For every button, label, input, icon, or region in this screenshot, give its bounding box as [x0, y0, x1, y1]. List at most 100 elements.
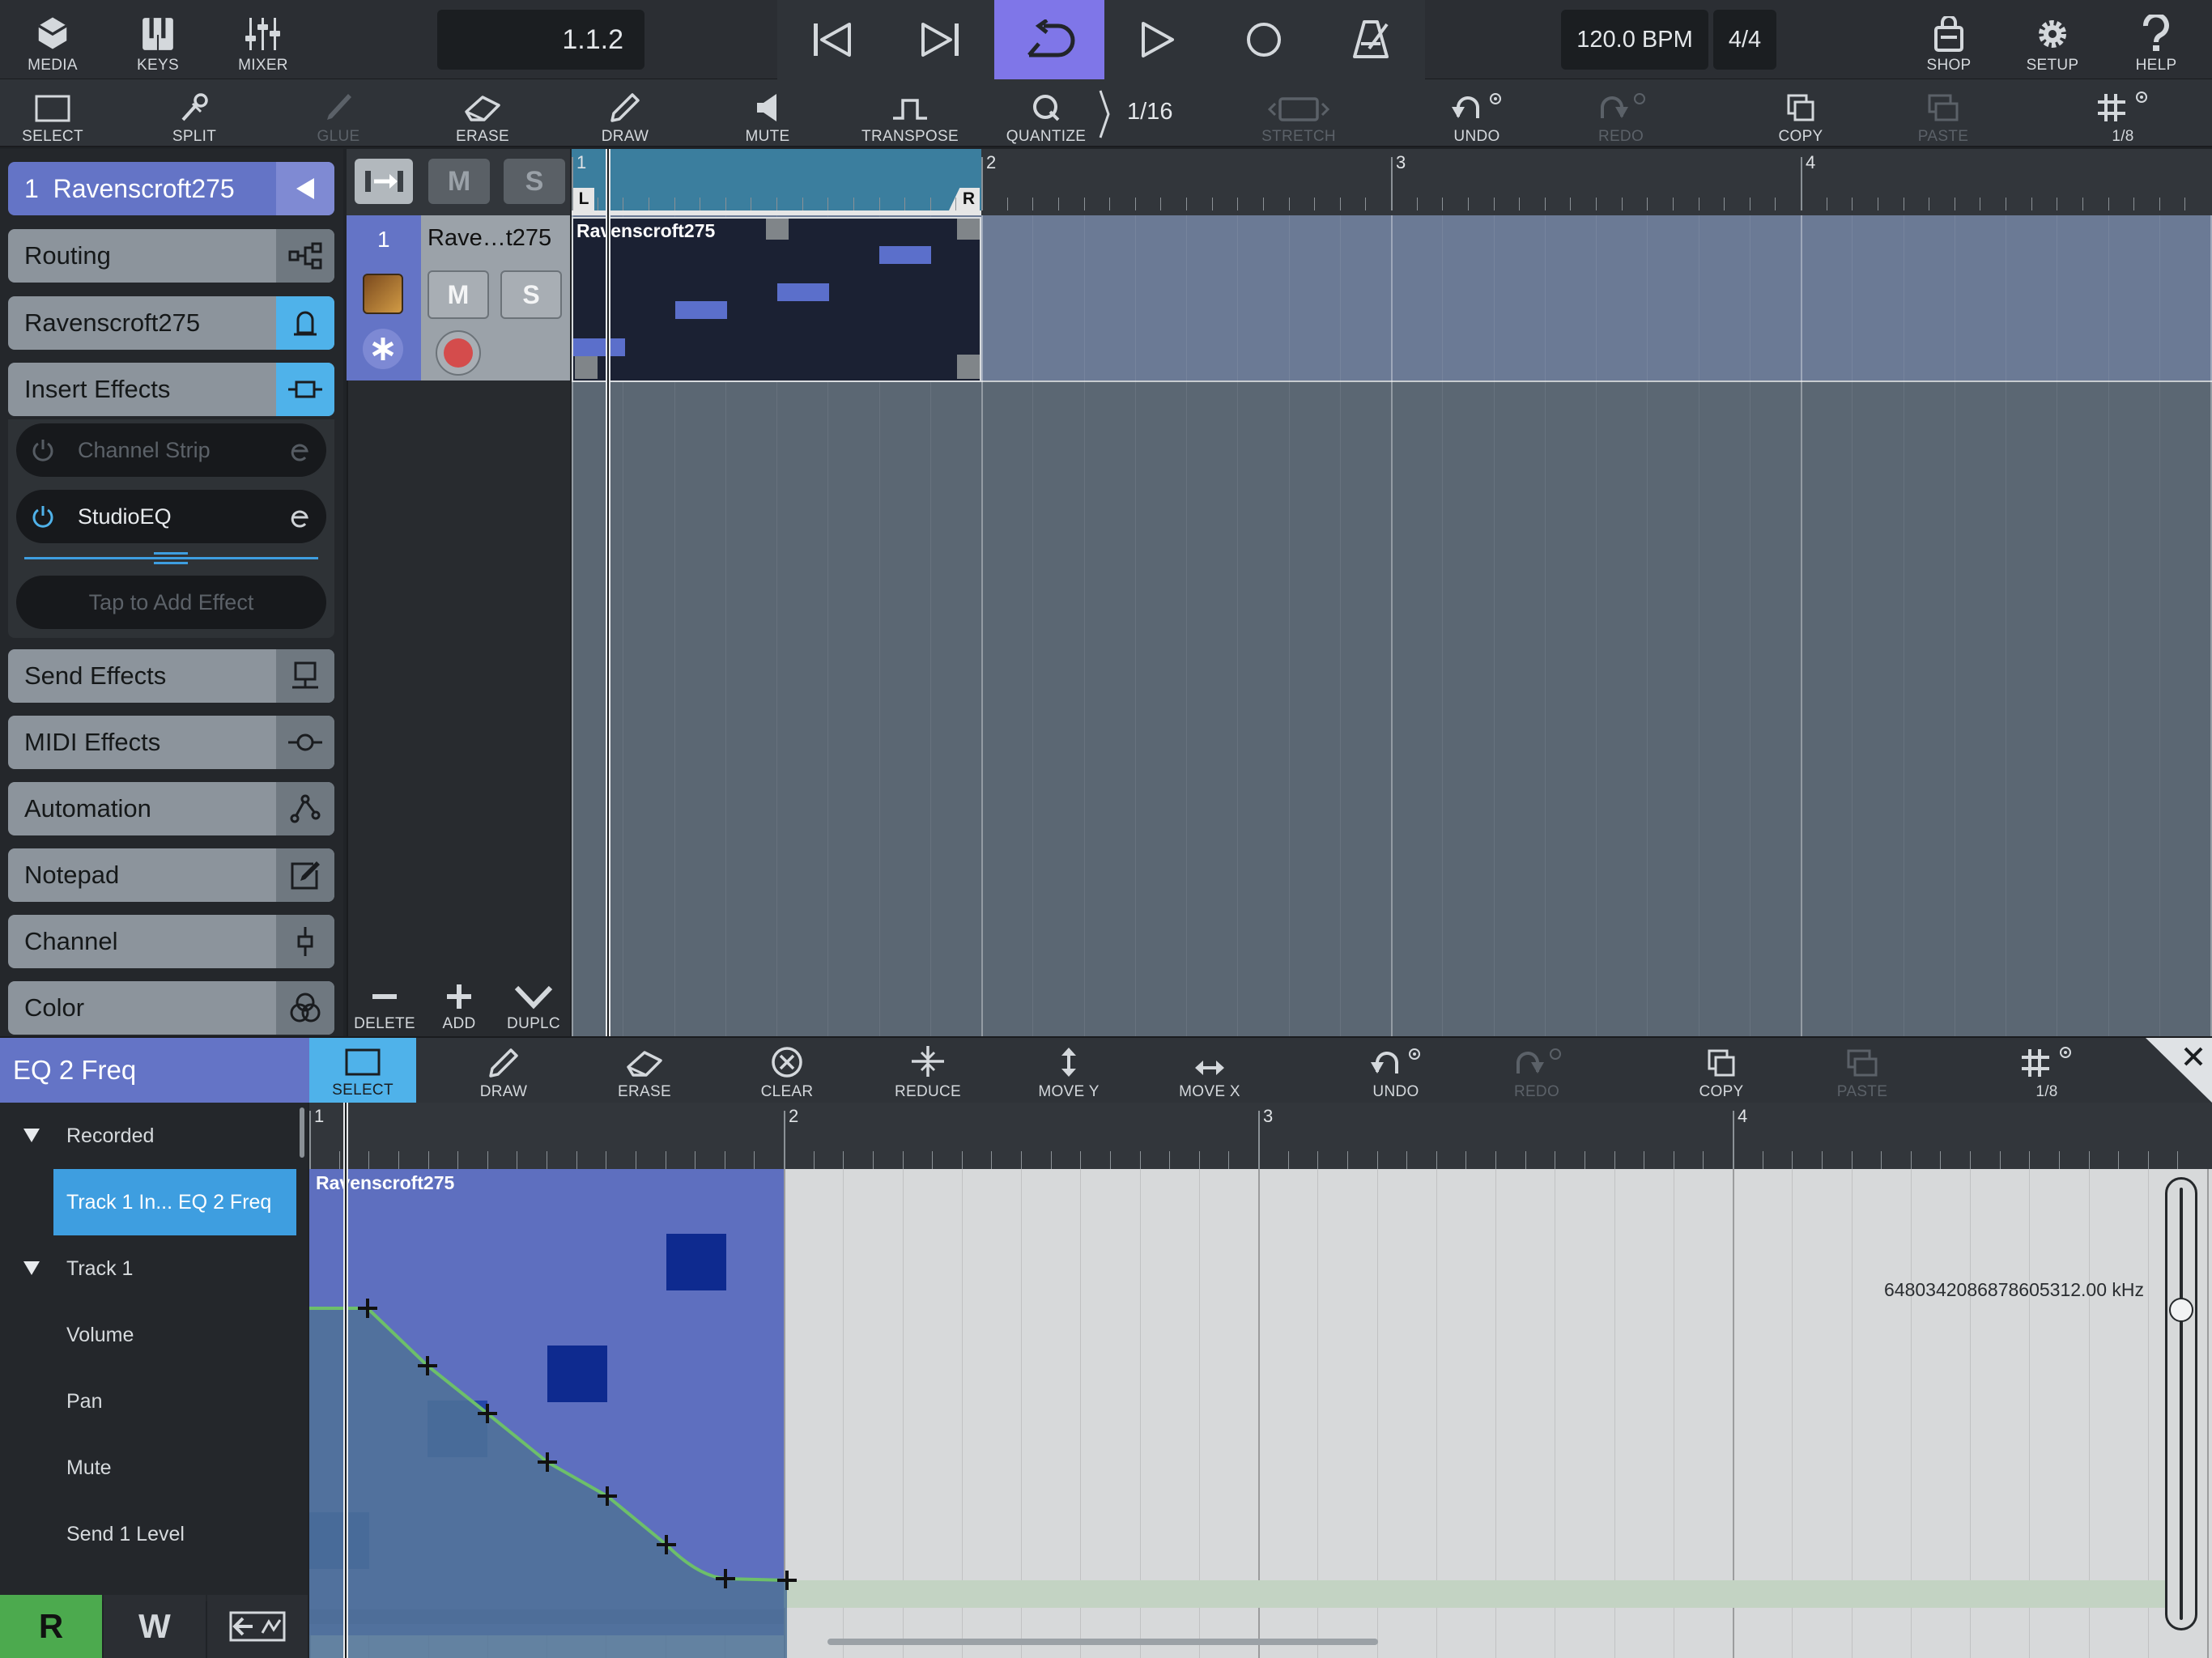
instrument-thumbnail-icon[interactable] [363, 274, 403, 314]
group-recorded[interactable]: Recorded [0, 1103, 308, 1169]
rewind-to-start-button[interactable] [789, 0, 875, 79]
add-track-button[interactable]: ADD [423, 971, 496, 1033]
quantize-tool[interactable]: QUANTIZE [1006, 84, 1087, 146]
automation-item-mute[interactable]: Mute [0, 1435, 308, 1501]
routing-button[interactable]: Routing [8, 229, 334, 283]
send-effects-button[interactable]: Send Effects [8, 649, 334, 703]
undo-button[interactable]: UNDO [1436, 84, 1517, 146]
automation-reduce-button[interactable]: REDUCE [887, 1041, 968, 1101]
write-button[interactable]: W [104, 1595, 206, 1658]
edit-effect-icon[interactable] [289, 438, 313, 462]
midi-part[interactable]: Ravenscroft275 [572, 217, 981, 382]
global-solo-button[interactable]: S [504, 159, 565, 204]
play-button[interactable] [1114, 0, 1200, 79]
automation-erase-tool[interactable]: ERASE [604, 1041, 685, 1101]
track-options-button[interactable] [355, 159, 413, 204]
mute-tool[interactable]: MUTE [727, 84, 808, 146]
automation-button[interactable]: Automation [8, 782, 334, 835]
stretch-tool[interactable]: STRETCH [1257, 84, 1341, 146]
automation-item-send-1[interactable]: Send 1 Level [0, 1501, 308, 1567]
arrange-area[interactable]: L R 1 2 3 4 Ravenscroft275 [572, 149, 2212, 1036]
playhead[interactable] [343, 1103, 348, 1658]
power-icon[interactable] [31, 504, 55, 529]
automation-clear-button[interactable]: CLEAR [747, 1041, 827, 1101]
automation-lane[interactable]: 1 2 3 4 Ravenscroft275 64803420868786053… [309, 1103, 2212, 1658]
media-button[interactable]: MEDIA [16, 5, 89, 74]
help-button[interactable]: HELP [2120, 5, 2193, 74]
midi-note[interactable] [675, 301, 727, 319]
shop-button[interactable]: SHOP [1912, 5, 1985, 74]
read-button[interactable]: R [0, 1595, 102, 1658]
notepad-button[interactable]: Notepad [8, 848, 334, 902]
power-icon[interactable] [31, 438, 55, 462]
automation-undo-button[interactable]: UNDO [1355, 1041, 1436, 1101]
glue-tool[interactable]: GLUE [298, 84, 379, 146]
tempo-display[interactable]: 120.0 BPM [1561, 10, 1708, 70]
keys-button[interactable]: KEYS [121, 5, 194, 74]
track-mute-button[interactable]: M [428, 270, 489, 319]
group-track-1[interactable]: Track 1 [0, 1235, 308, 1302]
part-corner-handle[interactable] [575, 355, 598, 379]
channel-button[interactable]: Channel [8, 915, 334, 968]
automation-item-selected[interactable]: Track 1 In... EQ 2 Freq [53, 1169, 296, 1235]
color-button[interactable]: Color [8, 981, 334, 1035]
insert-effects-button[interactable]: Insert Effects [8, 363, 334, 416]
signature-display[interactable]: 4/4 [1713, 10, 1776, 70]
vertical-zoom-slider[interactable] [2165, 1177, 2197, 1630]
inspector-track-header[interactable]: 1 Ravenscroft275 [8, 162, 334, 215]
split-tool[interactable]: SPLIT [154, 84, 235, 146]
track-row[interactable]: 1 Rave…t275 M S [347, 215, 570, 380]
part-corner-handle[interactable] [766, 219, 789, 240]
grid-button[interactable]: 1/8 [2082, 84, 2163, 146]
midi-note[interactable] [879, 246, 931, 264]
delete-track-button[interactable]: DELETE [348, 971, 421, 1033]
track-solo-button[interactable]: S [500, 270, 562, 319]
automation-copy-button[interactable]: COPY [1681, 1041, 1762, 1101]
automation-curve[interactable] [309, 1103, 2212, 1658]
automation-move-y-button[interactable]: MOVE Y [1028, 1041, 1109, 1101]
automation-redo-button[interactable]: REDO [1496, 1041, 1577, 1101]
automation-item-volume[interactable]: Volume [0, 1302, 308, 1368]
automation-grid-button[interactable]: 1/8 [2006, 1041, 2087, 1101]
track-record-enable-button[interactable] [436, 330, 481, 376]
insert-slot-channel-strip[interactable]: Channel Strip [16, 423, 326, 477]
automation-move-x-button[interactable]: MOVE X [1169, 1041, 1250, 1101]
automation-draw-tool[interactable]: DRAW [463, 1041, 544, 1101]
automation-item-pan[interactable]: Pan [0, 1368, 308, 1435]
draw-tool[interactable]: DRAW [585, 84, 666, 146]
left-locator[interactable]: L [573, 188, 594, 210]
collapse-inspector-button[interactable] [276, 162, 334, 215]
paste-button[interactable]: PASTE [1903, 84, 1984, 146]
mixer-button[interactable]: MIXER [227, 5, 300, 74]
playhead[interactable] [606, 149, 610, 1036]
automation-paste-button[interactable]: PASTE [1822, 1041, 1903, 1101]
edit-effect-icon[interactable] [289, 504, 313, 529]
track-freeze-button[interactable] [363, 329, 403, 369]
add-effect-slot[interactable]: Tap to Add Effect [16, 576, 326, 629]
arrange-ruler[interactable]: L R 1 2 3 4 [572, 149, 2212, 215]
erase-tool[interactable]: ERASE [442, 84, 523, 146]
automation-parameter-title[interactable]: EQ 2 Freq [0, 1038, 309, 1103]
automation-select-tool[interactable]: SELECT [309, 1038, 416, 1103]
redo-button[interactable]: REDO [1580, 84, 1661, 146]
forward-to-end-button[interactable] [897, 0, 983, 79]
insert-slot-studio-eq[interactable]: StudioEQ [16, 490, 326, 543]
position-display[interactable]: 1.1.2 [437, 10, 644, 70]
part-corner-handle[interactable] [957, 219, 980, 240]
list-scrollbar[interactable] [300, 1107, 304, 1158]
select-tool[interactable]: SELECT [12, 84, 93, 146]
drag-handle[interactable] [24, 551, 318, 567]
midi-effects-button[interactable]: MIDI Effects [8, 716, 334, 769]
duplicate-track-button[interactable]: DUPLC [497, 971, 570, 1033]
setup-button[interactable]: SETUP [2016, 5, 2089, 74]
midi-note[interactable] [573, 338, 625, 356]
metronome-button[interactable] [1328, 0, 1414, 79]
transpose-tool[interactable]: TRANSPOSE [861, 84, 959, 146]
instrument-button[interactable]: Ravenscroft275 [8, 296, 334, 350]
record-button[interactable] [1221, 0, 1307, 79]
cycle-button[interactable] [994, 0, 1104, 79]
quantize-value-selector[interactable]: 1/16 [1098, 87, 1195, 141]
slider-thumb[interactable] [2169, 1298, 2193, 1322]
fit-view-button[interactable] [207, 1595, 308, 1658]
part-corner-handle[interactable] [957, 355, 980, 379]
